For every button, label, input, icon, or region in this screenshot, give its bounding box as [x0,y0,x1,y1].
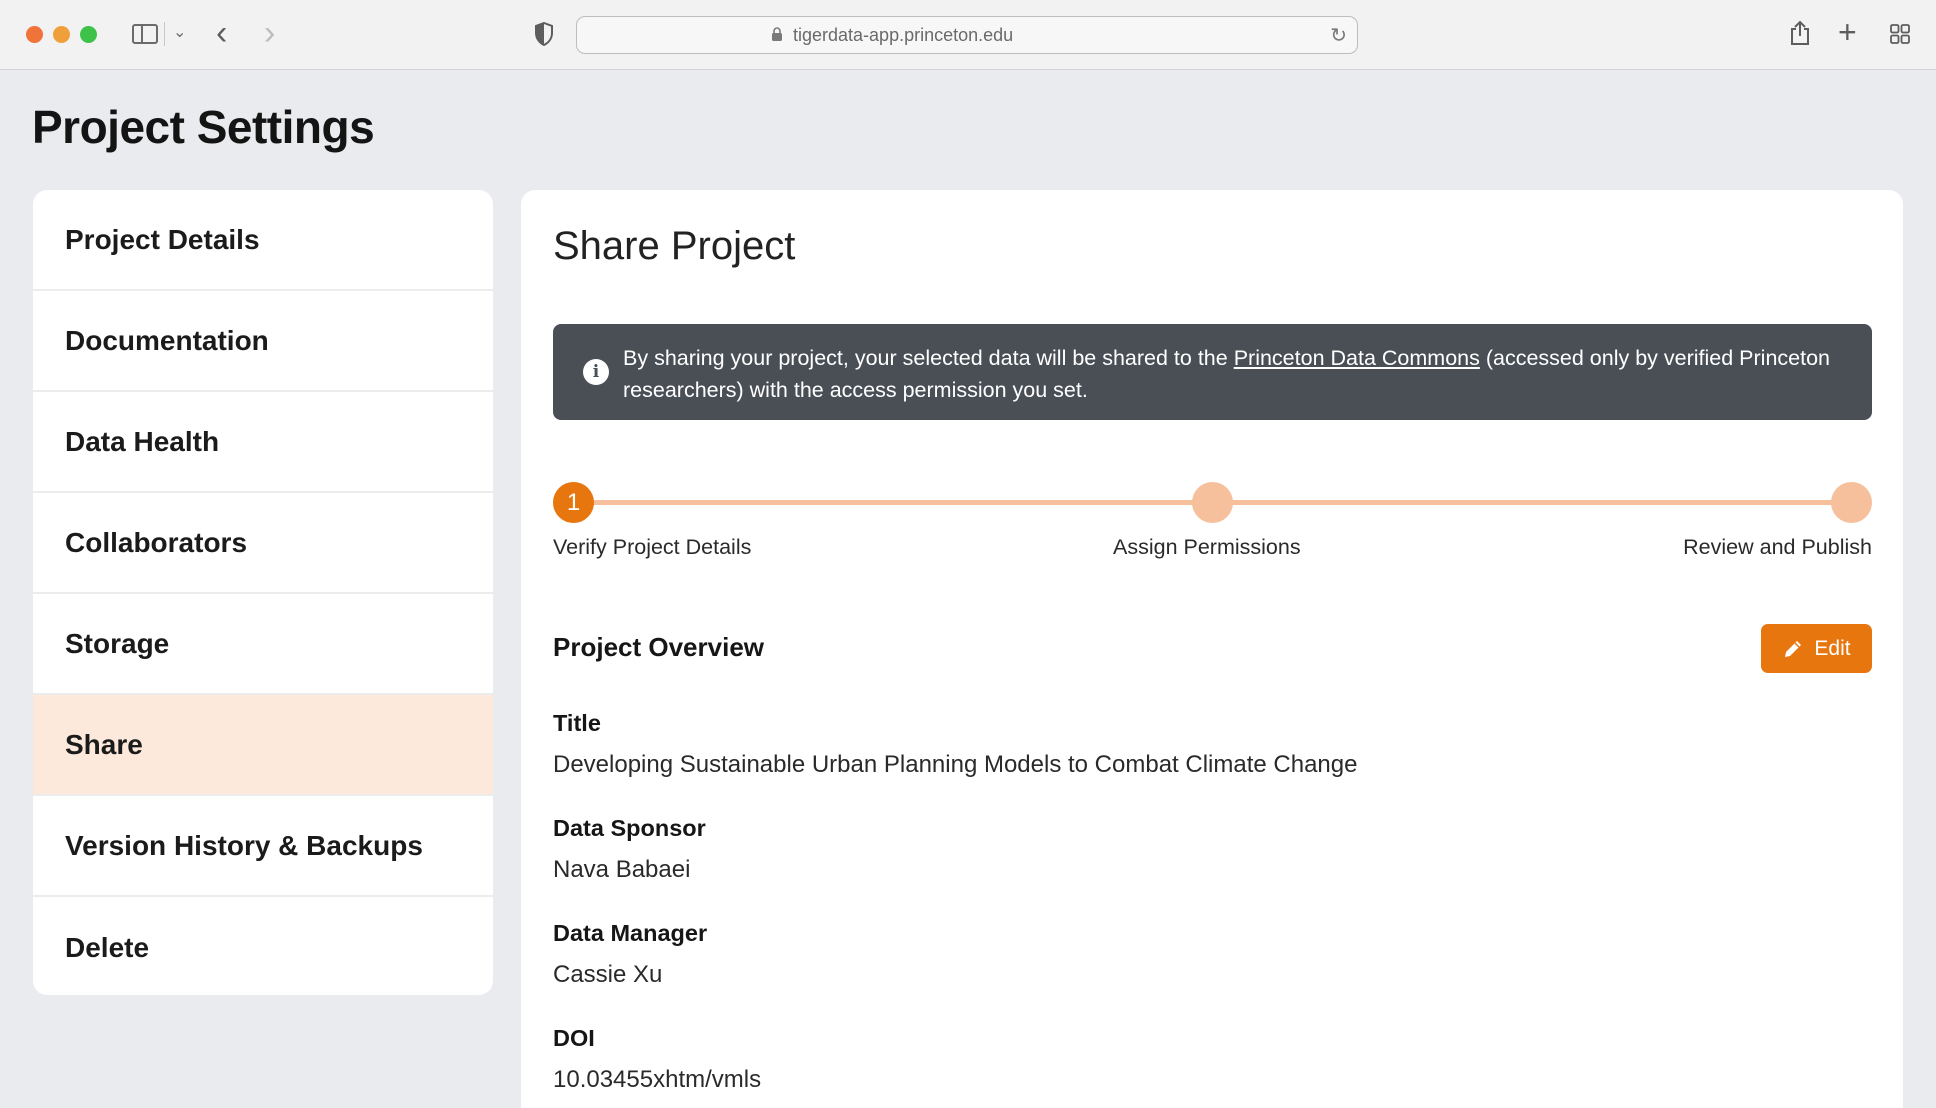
info-banner-text: By sharing your project, your selected d… [623,342,1843,406]
step-2-label: Assign Permissions [1113,535,1301,559]
share-project-panel: Share Project i By sharing your project,… [521,190,1903,1108]
browser-toolbar: ⌄ ‹ › tigerdata-app.princeton.edu ↻ + [0,0,1936,70]
address-bar[interactable]: tigerdata-app.princeton.edu ↻ [576,16,1358,54]
pencil-icon [1785,640,1802,657]
info-banner: i By sharing your project, your selected… [553,324,1872,420]
data-manager-value: Cassie Xu [553,961,663,988]
page-title: Project Settings [32,101,375,153]
doi-label: DOI [553,1025,595,1051]
info-icon: i [583,359,609,385]
sidebar-item-project-details[interactable]: Project Details [33,190,493,291]
sidebar-item-delete[interactable]: Delete [33,897,493,995]
step-1-dot[interactable]: 1 [553,482,594,523]
window-zoom-button[interactable] [80,26,97,43]
step-3-label: Review and Publish [1683,535,1872,559]
sidebar-toggle-icon[interactable] [132,24,158,44]
new-tab-icon[interactable]: + [1838,14,1857,51]
back-arrow-icon[interactable]: ‹ [216,14,227,53]
step-1-label: Verify Project Details [553,535,752,559]
data-manager-label: Data Manager [553,920,708,946]
banner-text-before: By sharing your project, your selected d… [623,346,1234,370]
sidebar-item-data-health[interactable]: Data Health [33,392,493,493]
share-stepper: 1 Verify Project Details Assign Permissi… [553,480,1872,570]
sidebar-item-documentation[interactable]: Documentation [33,291,493,392]
doi-value: 10.03455xhtm/vmls [553,1066,762,1093]
panel-heading: Share Project [553,224,796,268]
data-sponsor-value: Nava Babaei [553,856,691,883]
reload-icon[interactable]: ↻ [1330,23,1347,48]
forward-arrow-icon[interactable]: › [264,14,275,53]
sidebar-item-share[interactable]: Share [33,695,493,796]
project-overview-title: Project Overview [553,632,764,662]
edit-button[interactable]: Edit [1761,624,1872,673]
sidebar-item-collaborators[interactable]: Collaborators [33,493,493,594]
data-sponsor-label: Data Sponsor [553,815,706,841]
settings-sidebar: Project Details Documentation Data Healt… [33,190,493,995]
lock-icon [772,27,782,41]
privacy-shield-icon[interactable] [534,22,554,46]
edit-button-label: Edit [1814,636,1851,660]
chevron-down-icon[interactable]: ⌄ [173,22,186,42]
sidebar-item-version-history[interactable]: Version History & Backups [33,796,493,897]
title-label: Title [553,710,601,736]
window-minimize-button[interactable] [53,26,70,43]
title-value: Developing Sustainable Urban Planning Mo… [553,751,1358,778]
toolbar-divider [164,22,165,46]
share-icon[interactable] [1789,20,1811,46]
window-close-button[interactable] [26,26,43,43]
sidebar-item-storage[interactable]: Storage [33,594,493,695]
url-text: tigerdata-app.princeton.edu [793,25,1014,45]
tab-overview-icon[interactable] [1890,24,1910,44]
step-3-dot[interactable] [1831,482,1872,523]
princeton-data-commons-link[interactable]: Princeton Data Commons [1234,346,1480,370]
step-2-dot[interactable] [1192,482,1233,523]
